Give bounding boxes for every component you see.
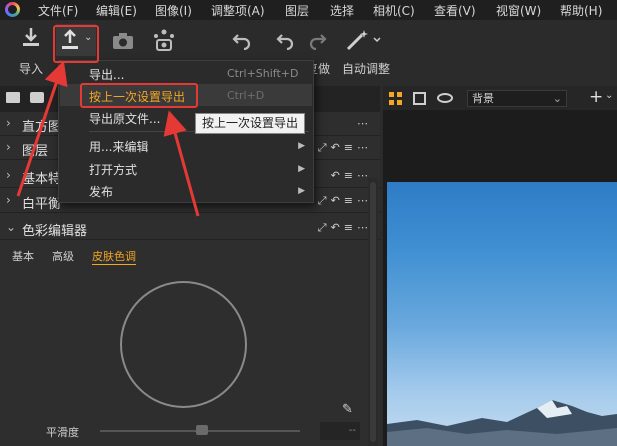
annotation-arrow-2 <box>163 110 200 217</box>
annotation-arrow-1 <box>16 60 68 197</box>
annotation-arrows <box>16 60 200 217</box>
